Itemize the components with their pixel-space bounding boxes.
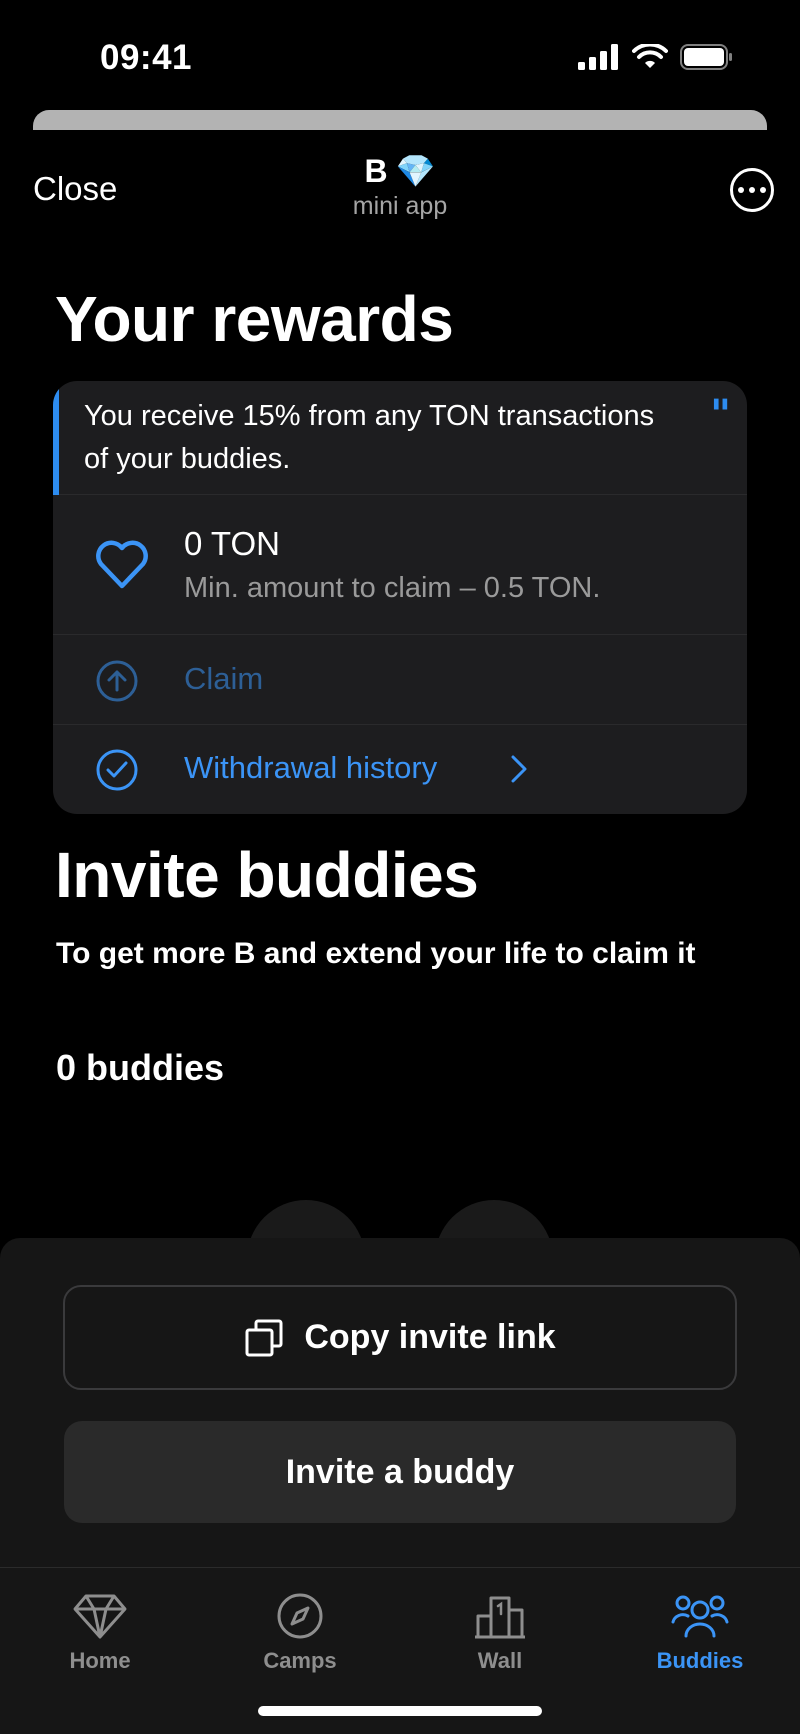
tab-camps[interactable]: Camps (220, 1588, 380, 1674)
status-icons (578, 44, 734, 70)
rewards-amount-row: 0 TON Min. amount to claim – 0.5 TON. (53, 495, 747, 635)
app-name: B (364, 152, 388, 189)
rewards-quote: You receive 15% from any TON transaction… (53, 381, 747, 495)
tab-label: Home (69, 1648, 131, 1673)
home-indicator (258, 1706, 542, 1716)
quote-accent-bar (53, 381, 59, 495)
copy-icon (245, 1319, 283, 1356)
compass-icon (277, 1593, 323, 1639)
status-bar: 09:41 (0, 0, 800, 110)
copy-invite-link-label: Copy invite link (304, 1318, 556, 1356)
tab-label: Wall (477, 1648, 523, 1673)
rewards-quote-text: You receive 15% from any TON transaction… (84, 400, 655, 475)
claim-label: Claim (184, 661, 264, 696)
tab-label: Buddies (656, 1648, 744, 1673)
tab-wall[interactable]: Wall (420, 1588, 580, 1674)
app-subtitle: mini app (352, 192, 448, 220)
invite-subtitle: To get more B and extend your life to cl… (56, 937, 696, 970)
battery-icon (680, 44, 732, 70)
app-title: B 💎 mini app (0, 152, 800, 221)
quote-icon: " (710, 391, 731, 438)
rewards-amount: 0 TON (184, 525, 280, 562)
claim-button[interactable]: Claim (53, 635, 747, 725)
status-time: 09:41 (100, 38, 193, 77)
sheet-header-strip (33, 110, 767, 130)
tab-label: Camps (263, 1648, 337, 1673)
rewards-title: Your rewards (55, 283, 454, 355)
mini-app-header: Close B 💎 mini app (0, 140, 800, 230)
cellular-signal-icon (578, 44, 618, 70)
diamond-emoji: 💎 (395, 153, 436, 189)
copy-invite-link-button[interactable]: Copy invite link (63, 1285, 737, 1390)
check-circle-icon (96, 749, 138, 791)
more-options-button[interactable] (730, 168, 774, 212)
invite-title: Invite buddies (55, 839, 479, 911)
withdrawal-history-label: Withdrawal history (184, 750, 438, 785)
heart-icon (96, 540, 148, 589)
buddies-count: 0 buddies (56, 1047, 225, 1088)
invite-actions-panel: Copy invite link Invite a buddy (0, 1238, 800, 1568)
upload-arrow-icon (96, 660, 138, 702)
rewards-card: You receive 15% from any TON transaction… (53, 381, 747, 814)
buddies-icon (671, 1595, 729, 1638)
tab-buddies[interactable]: Buddies (620, 1588, 780, 1674)
diamond-icon (73, 1594, 127, 1639)
tab-home[interactable]: Home (20, 1588, 180, 1674)
chevron-right-icon (511, 755, 527, 783)
withdrawal-history-row[interactable]: Withdrawal history (53, 725, 747, 814)
invite-buddy-button[interactable]: Invite a buddy (64, 1421, 736, 1523)
leaderboard-icon (475, 1596, 525, 1639)
min-claim-text: Min. amount to claim – 0.5 TON. (184, 572, 601, 604)
wifi-icon (632, 44, 668, 68)
